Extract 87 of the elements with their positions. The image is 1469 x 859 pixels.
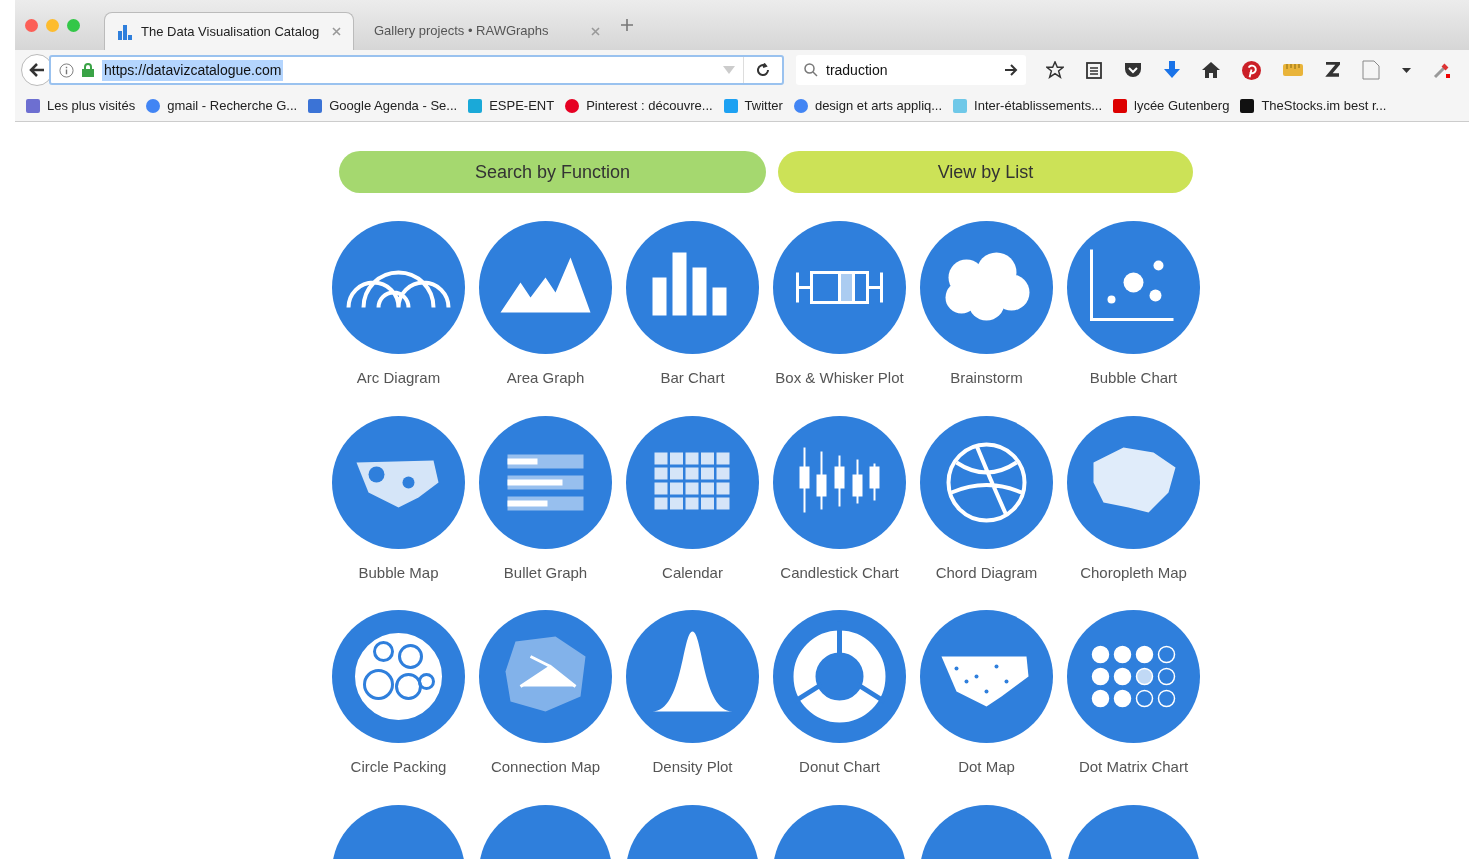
chart-type-icon[interactable] <box>332 610 465 743</box>
chart-type-label[interactable]: Dot Map <box>958 756 1015 779</box>
tab-title: Gallery projects • RAWGraphs <box>374 22 550 41</box>
chart-type-icon[interactable] <box>920 415 1053 549</box>
chart-type-label[interactable]: Box & Whisker Plot <box>775 367 904 390</box>
caret-icon[interactable] <box>1402 67 1411 73</box>
bookmark-link[interactable]: lycée Gutenberg <box>1112 95 1230 116</box>
favicon-icon <box>722 97 739 114</box>
chart-type-label[interactable]: Dot Matrix Chart <box>1078 756 1189 779</box>
favicon-icon <box>25 97 41 114</box>
chart-type-icon[interactable] <box>479 610 612 743</box>
favicon-icon <box>1112 97 1128 114</box>
chart-type-icon[interactable] <box>773 610 906 743</box>
document-icon[interactable] <box>1362 60 1380 80</box>
chart-type-icon[interactable] <box>920 221 1053 354</box>
browser-tab[interactable]: Gallery projects • RAWGraphs <box>362 12 612 50</box>
favicon-icon <box>467 97 484 114</box>
nav-button[interactable]: View by List <box>778 151 1193 193</box>
favicon-icon <box>1239 97 1256 114</box>
chart-type-label[interactable]: Bar Chart <box>660 367 725 390</box>
address-bar[interactable]: https://datavizcatalogue.com <box>49 55 784 85</box>
chart-type-label[interactable]: Bubble Map <box>358 561 439 584</box>
bar-chart-icon <box>117 23 133 40</box>
clipboard-icon[interactable] <box>1086 61 1102 79</box>
lock-icon <box>82 63 94 77</box>
bookmark-link[interactable]: TheStocks.im best r... <box>1239 95 1387 116</box>
download-icon[interactable] <box>1164 61 1180 79</box>
z-icon[interactable] <box>1325 62 1340 78</box>
chart-type-icon[interactable] <box>626 610 759 743</box>
eyedropper-icon[interactable] <box>1433 61 1451 79</box>
bookmark-link[interactable]: Google Agenda - Se... <box>307 95 458 116</box>
url-text: https://datavizcatalogue.com <box>102 59 284 81</box>
chart-type-icon[interactable] <box>626 415 759 549</box>
chart-type-icon[interactable] <box>332 221 465 354</box>
chart-type-label[interactable]: Donut Chart <box>799 756 880 779</box>
bookmark-link[interactable]: gmail - Recherche G... <box>145 95 298 116</box>
bookmark-link[interactable]: Pinterest : découvre... <box>564 95 713 116</box>
bookmark-link[interactable]: ESPE-ENT <box>467 95 555 116</box>
chart-type-icon[interactable] <box>479 415 612 549</box>
favicon-icon <box>307 97 324 114</box>
chart-type-icon[interactable] <box>626 221 759 354</box>
chart-type-icon[interactable] <box>1067 610 1200 743</box>
chart-type-icon[interactable] <box>920 610 1053 743</box>
chart-type-icon[interactable] <box>332 415 465 549</box>
chart-type-label[interactable]: Chord Diagram <box>935 561 1038 584</box>
chart-type-label[interactable]: Arc Diagram <box>356 367 441 390</box>
chart-type-label[interactable]: Calendar <box>662 561 723 584</box>
chart-type-label[interactable]: Bubble Chart <box>1089 367 1178 390</box>
chart-type-icon[interactable] <box>479 221 612 354</box>
close-icon[interactable] <box>332 27 341 36</box>
plus-icon[interactable] <box>620 18 634 32</box>
favicon-icon <box>792 97 809 114</box>
home-icon[interactable] <box>1202 62 1220 78</box>
chart-type-icon[interactable] <box>773 221 906 354</box>
bookmark-link[interactable]: Les plus visités <box>25 95 136 116</box>
arrow-right-icon[interactable] <box>1004 64 1018 76</box>
star-icon[interactable] <box>1046 61 1064 79</box>
close-window-icon[interactable] <box>25 18 38 32</box>
chart-type-label[interactable]: Bullet Graph <box>503 561 588 584</box>
chart-type-icon[interactable] <box>1067 221 1200 354</box>
reload-icon <box>756 63 770 77</box>
search-field[interactable]: traduction <box>796 55 1026 85</box>
chart-type-label[interactable]: Connection Map <box>490 756 601 779</box>
chart-type-label[interactable]: Brainstorm <box>950 367 1023 390</box>
favicon-icon <box>952 97 969 114</box>
info-icon[interactable] <box>59 62 74 78</box>
chart-type-label[interactable]: Area Graph <box>506 367 585 390</box>
search-icon <box>804 63 818 77</box>
bookmark-link[interactable]: Twitter <box>722 95 783 116</box>
chart-type-icon[interactable] <box>1067 415 1200 549</box>
chart-type-label[interactable]: Candlestick Chart <box>780 561 899 584</box>
chart-type-label[interactable]: Density Plot <box>652 756 733 779</box>
pinterest-icon[interactable] <box>1242 60 1261 80</box>
back-arrow-icon <box>29 63 45 77</box>
bookmark-link[interactable]: Inter-établissements... <box>952 95 1102 116</box>
pocket-icon[interactable] <box>1124 62 1142 78</box>
chart-type-label[interactable]: Choropleth Map <box>1080 561 1187 584</box>
search-text: traduction <box>826 60 889 80</box>
browser-tab[interactable]: The Data Visualisation Catalog <box>104 12 354 50</box>
close-icon[interactable] <box>591 26 600 36</box>
favicon-icon <box>145 97 162 114</box>
favicon-icon <box>564 97 581 114</box>
chart-type-label[interactable]: Circle Packing <box>350 756 447 779</box>
bookmark-link[interactable]: design et arts appliq... <box>792 95 943 116</box>
chart-type-icon[interactable] <box>773 415 906 549</box>
tab-title: The Data Visualisation Catalog <box>141 22 321 41</box>
nav-button[interactable]: Search by Function <box>339 151 766 193</box>
